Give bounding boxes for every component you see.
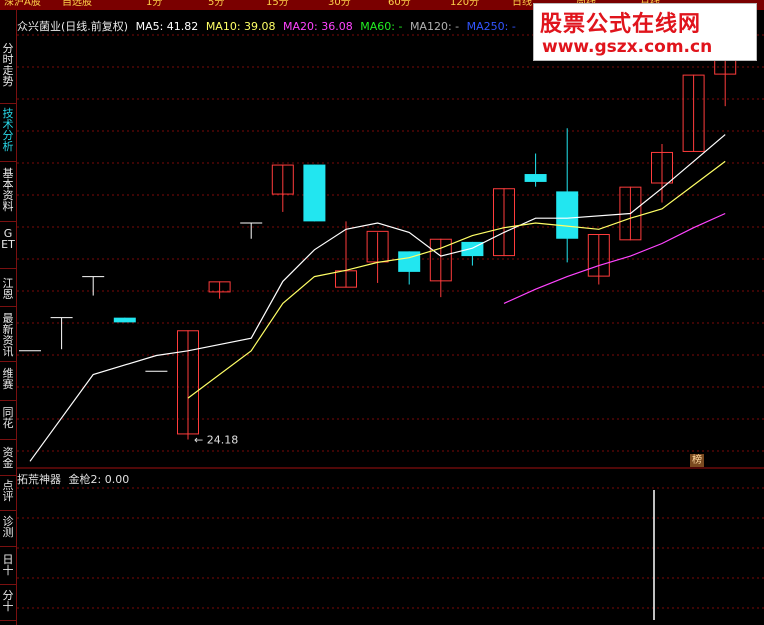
sidebar-item-11[interactable]: 日十	[1, 554, 15, 576]
sidebar-item-2[interactable]: 基本资料	[1, 168, 15, 212]
ma10-label: MA10: 39.08	[205, 20, 276, 33]
sidebar-item-8[interactable]: 资金	[1, 447, 15, 469]
min-price-label: ← 24.18	[194, 433, 238, 446]
tab-8[interactable]: 日线	[512, 0, 532, 9]
tab-5[interactable]: 30分	[328, 0, 351, 9]
candle-body-down	[113, 317, 136, 323]
sidebar-divider	[0, 475, 16, 476]
sidebar-item-0[interactable]: 分时走势	[1, 43, 15, 87]
sidebar-item-10[interactable]: 诊测	[1, 516, 15, 538]
sidebar-divider	[0, 306, 16, 307]
tab-1[interactable]: 自选股	[62, 0, 92, 9]
ma20-label: MA20: 36.08	[283, 20, 353, 33]
ma10-line	[187, 160, 726, 399]
sidebar-item-12[interactable]: 分十	[1, 590, 15, 612]
watermark-logo: 股票公式在线网 www.gszx.com.cn	[533, 3, 757, 61]
price-legend: 众兴菌业(日线.前复权) MA5: 41.82 MA10: 39.08 MA20…	[17, 20, 520, 33]
watermark-url: www.gszx.com.cn	[542, 37, 713, 57]
candle-body-down	[524, 174, 547, 182]
tab-6[interactable]: 60分	[388, 0, 411, 9]
sidebar-divider	[0, 161, 16, 162]
rank-badge[interactable]: 榜	[690, 454, 704, 467]
sidebar-divider	[0, 221, 16, 222]
sidebar-divider	[0, 268, 16, 269]
ma60-label: MA60: -	[360, 20, 403, 33]
candle-body-down	[556, 191, 579, 239]
left-sidebar: 分时走势技术分析基本资料 GET 江恩最新资讯维赛同花资金点评诊测日十分十	[0, 10, 17, 625]
stock-title: 众兴菌业(日线.前复权)	[17, 20, 129, 33]
ma5-label: MA5: 41.82	[135, 20, 199, 33]
watermark-title: 股票公式在线网	[540, 12, 702, 37]
sidebar-divider	[0, 584, 16, 585]
candle-body-down	[398, 251, 421, 272]
indicator-value: 金枪2: 0.00	[68, 473, 130, 486]
kline-chart: ← 24.18	[17, 16, 764, 620]
tab-4[interactable]: 15分	[266, 0, 289, 9]
sidebar-divider	[0, 620, 16, 621]
sidebar-divider	[0, 400, 16, 401]
sidebar-item-3[interactable]: GET	[1, 228, 15, 250]
sidebar-item-1[interactable]: 技术分析	[1, 108, 15, 152]
sidebar-divider	[0, 439, 16, 440]
sidebar-item-7[interactable]: 同花	[1, 407, 15, 429]
indicator-legend: 拓荒神器 金枪2: 0.00	[17, 471, 133, 487]
tab-7[interactable]: 120分	[450, 0, 479, 9]
sidebar-item-5[interactable]: 最新资讯	[1, 313, 15, 357]
indicator-name: 拓荒神器	[17, 473, 61, 486]
tab-0[interactable]: 深沪A股	[4, 0, 41, 9]
candle-body-down	[303, 164, 326, 222]
ma5-line	[29, 134, 726, 462]
sidebar-divider	[0, 546, 16, 547]
sidebar-divider	[0, 510, 16, 511]
sidebar-divider	[0, 103, 16, 104]
tab-3[interactable]: 5分	[208, 0, 224, 9]
sidebar-item-4[interactable]: 江恩	[1, 278, 15, 300]
ma250-label: MA250: -	[466, 20, 516, 33]
sidebar-item-6[interactable]: 维赛	[1, 368, 15, 390]
sidebar-item-9[interactable]: 点评	[1, 480, 15, 502]
sidebar-divider	[0, 361, 16, 362]
ma120-label: MA120: -	[409, 20, 460, 33]
tab-2[interactable]: 1分	[146, 0, 162, 9]
